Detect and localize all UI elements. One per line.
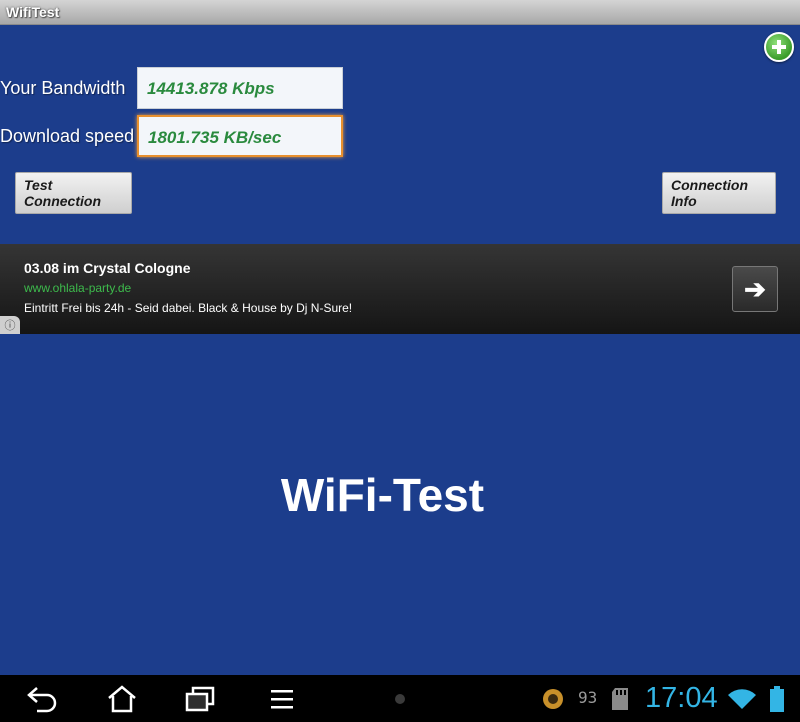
ad-title[interactable]: 03.08 im Crystal Cologne [24,260,191,276]
plus-icon[interactable] [764,32,794,62]
app-notification-icon[interactable] [540,675,566,722]
back-icon[interactable] [20,675,64,722]
title-bar: WifiTest [0,0,800,25]
status-dot [395,694,405,704]
ad-url[interactable]: www.ohlala-party.de [24,281,131,295]
wifitest-screen: WifiTest Your Bandwidth 14413.878 Kbps D… [0,0,800,722]
menu-icon[interactable] [262,675,302,722]
bandwidth-field[interactable]: 14413.878 Kbps [137,67,343,109]
download-label: Download speed [0,126,135,146]
app-title: WifiTest [6,4,60,20]
wifi-icon [726,675,758,722]
info-icon[interactable]: ⓘ [0,316,20,334]
sd-card-icon [607,675,633,722]
home-icon[interactable] [100,675,144,722]
notification-count: 93 [578,688,598,707]
main-content: Your Bandwidth 14413.878 Kbps Download s… [0,25,800,675]
arrow-right-icon[interactable]: ➔ [732,266,778,312]
clock: 17:04 [645,682,718,714]
download-field[interactable]: 1801.735 KB/sec [137,115,343,157]
download-value: 1801.735 KB/sec [148,128,282,147]
app-big-title: WiFi-Test [280,469,485,521]
connection-info-button[interactable]: Connection Info [662,172,776,214]
recent-apps-icon[interactable] [178,675,222,722]
test-connection-button[interactable]: Test Connection [15,172,132,214]
navigation-bar: 93 17:04 [0,675,800,722]
battery-icon [766,675,788,722]
ad-banner[interactable]: 03.08 im Crystal Cologne www.ohlala-part… [0,244,800,334]
bandwidth-value: 14413.878 Kbps [147,79,275,98]
ad-description: Eintritt Frei bis 24h - Seid dabei. Blac… [24,301,353,315]
bandwidth-label: Your Bandwidth [0,78,126,98]
